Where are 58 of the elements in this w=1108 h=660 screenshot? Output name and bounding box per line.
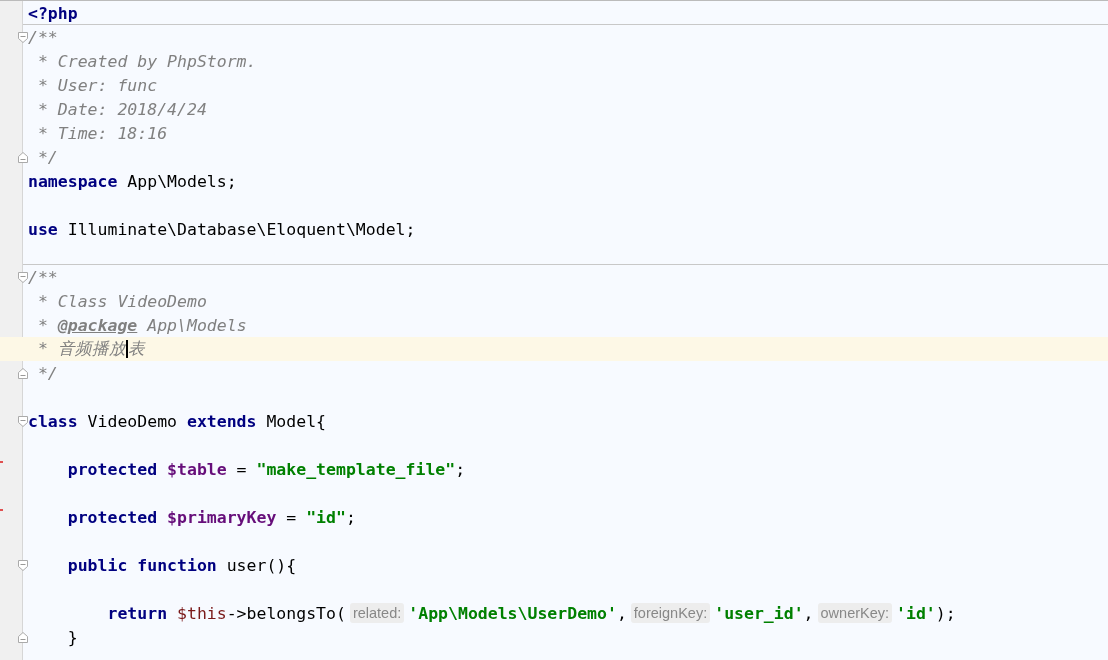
- keyword: use: [28, 219, 58, 239]
- variable-name: $table: [166, 459, 227, 479]
- comment-text: *: [36, 315, 49, 335]
- fold-icon[interactable]: [18, 272, 28, 283]
- comment-text: * Class VideoDemo: [36, 291, 207, 311]
- code-text: );: [935, 603, 956, 623]
- parameter-hint: foreignKey:: [630, 603, 711, 623]
- code-text: Model{: [265, 411, 327, 431]
- keyword: <?php: [28, 3, 78, 23]
- string-literal: 'user_id': [714, 603, 804, 623]
- variable-name: $primaryKey: [166, 507, 277, 527]
- comment-text: * Time: 18:16: [36, 123, 168, 143]
- code-text: user(){: [225, 555, 297, 575]
- string-literal: 'App\Models\UserDemo': [408, 603, 617, 623]
- text-cursor: [125, 340, 128, 358]
- comment-text: * Created by PhpStorm.: [36, 51, 257, 71]
- keyword: protected: [66, 507, 158, 527]
- comment-text: */: [36, 147, 58, 167]
- parameter-hint: related:: [349, 603, 405, 623]
- code-text: }: [66, 627, 78, 647]
- code-text: ->belongsTo(: [226, 603, 346, 623]
- comment-text: 表: [127, 338, 145, 360]
- fold-icon[interactable]: [18, 32, 28, 43]
- unfold-icon[interactable]: [18, 632, 28, 643]
- comment-text: /**: [28, 27, 58, 47]
- comment-text: /**: [28, 267, 58, 287]
- parameter-hint: ownerKey:: [817, 603, 893, 623]
- string-literal: "make_template_file": [256, 459, 456, 479]
- comment-text: */: [36, 363, 58, 383]
- code-editor[interactable]: [0, 0, 1108, 660]
- comment-text: * User: func: [36, 75, 158, 95]
- code-text: =: [235, 459, 248, 479]
- code-text: ;: [345, 507, 356, 527]
- unfold-icon[interactable]: [18, 368, 28, 379]
- keyword: class: [28, 411, 78, 431]
- unfold-icon[interactable]: [18, 152, 28, 163]
- string-literal: "id": [306, 507, 346, 527]
- fold-icon[interactable]: [18, 416, 28, 427]
- code-text: ,: [616, 603, 627, 623]
- code-text: VideoDemo: [86, 411, 178, 431]
- code-text: ,: [803, 603, 814, 623]
- string-literal: 'id': [896, 603, 936, 623]
- keyword: public: [66, 555, 128, 575]
- code-text: ;: [455, 459, 466, 479]
- keyword: namespace: [28, 171, 118, 191]
- fold-icon[interactable]: [18, 560, 28, 571]
- code-text: =: [285, 507, 298, 527]
- code-text: Illuminate\Database\Eloquent\Model;: [66, 219, 416, 239]
- keyword: extends: [186, 411, 257, 431]
- doc-tag: @package: [57, 315, 138, 335]
- keyword: return: [106, 603, 168, 623]
- this-variable: $this: [176, 603, 227, 623]
- comment-text: App\Models: [145, 315, 247, 335]
- keyword: protected: [66, 459, 158, 479]
- keyword: function: [136, 555, 217, 575]
- comment-text: * Date: 2018/4/24: [36, 99, 207, 119]
- comment-text: * 音频播放: [36, 338, 126, 360]
- code-text: App\Models;: [126, 171, 237, 191]
